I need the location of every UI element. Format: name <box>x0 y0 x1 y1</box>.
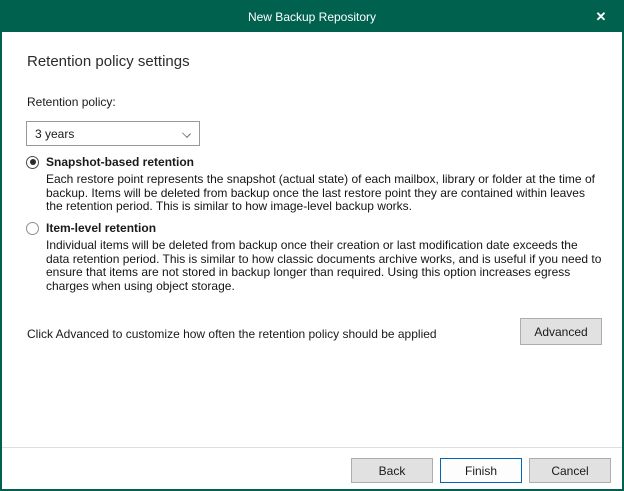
item-level-retention-description: Individual items will be deleted from ba… <box>46 239 604 293</box>
retention-policy-label: Retention policy: <box>27 95 116 109</box>
new-backup-repository-dialog: New Backup Repository ✕ Retention policy… <box>0 0 624 491</box>
item-level-retention-label[interactable]: Item-level retention <box>46 221 156 235</box>
close-icon[interactable]: ✕ <box>584 2 618 32</box>
page-title: Retention policy settings <box>27 53 190 70</box>
option-snapshot-based-retention: Snapshot-based retention Each restore po… <box>26 154 604 214</box>
footer-divider <box>2 447 622 448</box>
retention-policy-dropdown[interactable]: 3 years <box>26 121 200 146</box>
chevron-down-icon <box>182 129 191 138</box>
finish-button[interactable]: Finish <box>440 458 522 483</box>
cancel-button[interactable]: Cancel <box>529 458 611 483</box>
title-bar: New Backup Repository ✕ <box>2 2 622 32</box>
retention-policy-value: 3 years <box>35 127 74 141</box>
item-level-retention-radio[interactable] <box>26 222 39 235</box>
window-title: New Backup Repository <box>248 10 376 24</box>
snapshot-retention-description: Each restore point represents the snapsh… <box>46 173 604 214</box>
snapshot-retention-radio[interactable] <box>26 156 39 169</box>
advanced-hint-text: Click Advanced to customize how often th… <box>27 327 437 341</box>
advanced-button[interactable]: Advanced <box>520 318 602 345</box>
snapshot-retention-label[interactable]: Snapshot-based retention <box>46 155 194 169</box>
back-button[interactable]: Back <box>351 458 433 483</box>
option-item-level-retention: Item-level retention Individual items wi… <box>26 220 604 293</box>
